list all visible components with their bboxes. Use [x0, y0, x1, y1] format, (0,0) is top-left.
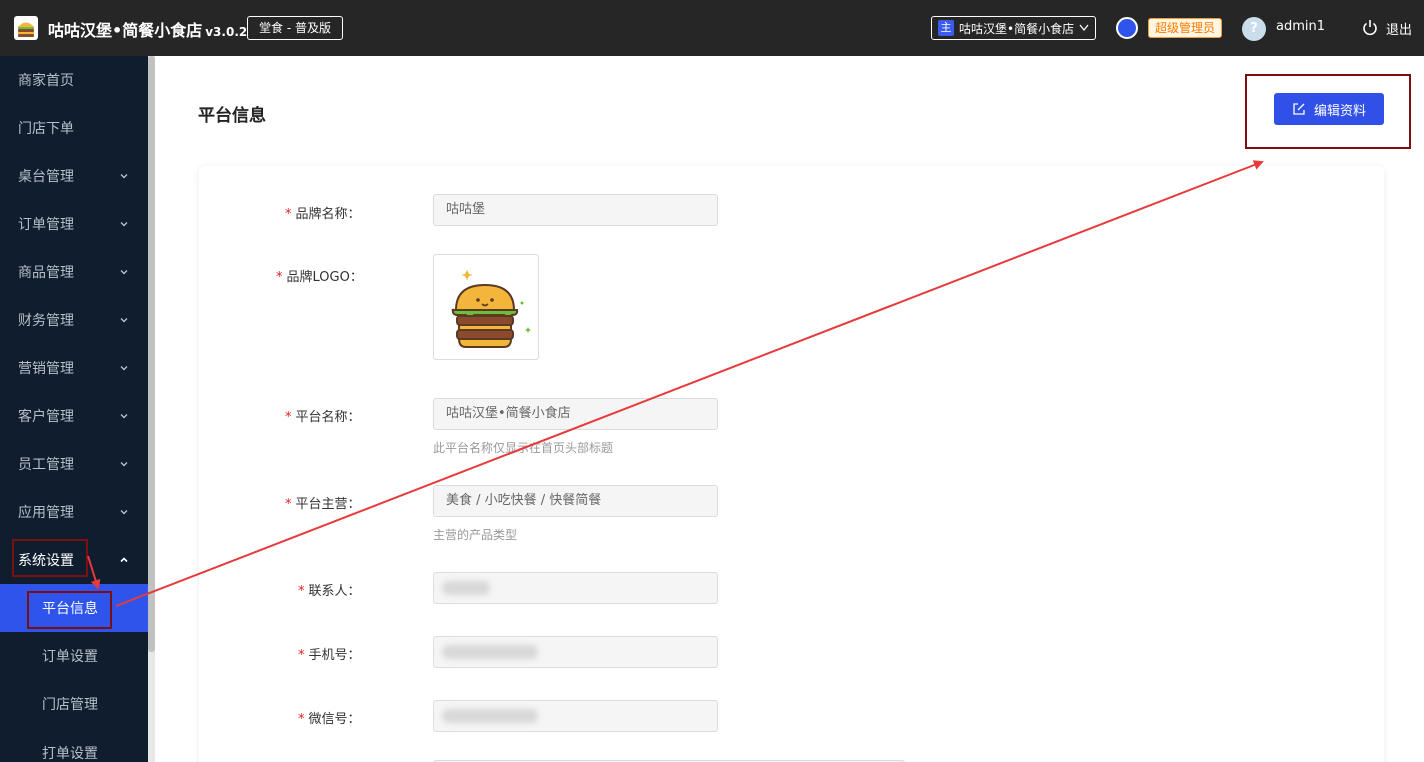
- chevron-up-icon: [120, 557, 128, 563]
- sidebar-item-tables[interactable]: 桌台管理: [0, 152, 148, 200]
- burger-logo-icon: [14, 16, 38, 40]
- top-header: 咕咕汉堡•简餐小食店 v3.0.2 堂食 - 普及版 主 咕咕汉堡•简餐小食店 超…: [0, 0, 1424, 56]
- chevron-down-icon: [120, 174, 128, 179]
- platform-main-hint: 主营的产品类型: [433, 528, 518, 542]
- burger-logo-icon: [451, 270, 531, 348]
- brand-logo-label: * 品牌LOGO：: [276, 270, 363, 285]
- chevron-down-icon: [120, 222, 128, 227]
- annotation-box-platform-info: [27, 591, 112, 629]
- chevron-down-icon: [120, 366, 128, 371]
- username[interactable]: admin1: [1276, 19, 1325, 34]
- platform-main-field[interactable]: 美食 / 小吃快餐 / 快餐简餐: [433, 485, 718, 517]
- page-title: 平台信息: [198, 106, 266, 126]
- platform-name-label: * 平台名称：: [285, 410, 361, 425]
- store-select[interactable]: 主 咕咕汉堡•简餐小食店: [931, 16, 1096, 40]
- sidebar-item-apps[interactable]: 应用管理: [0, 488, 148, 536]
- sidebar-item-label: 商家首页: [18, 73, 74, 89]
- store-tag: 主: [938, 20, 954, 36]
- platform-name-hint: 此平台名称仅显示在首页头部标题: [433, 441, 614, 455]
- sidebar-item-products[interactable]: 商品管理: [0, 248, 148, 296]
- power-icon[interactable]: [1362, 19, 1378, 37]
- chevron-down-icon: [120, 510, 128, 515]
- redacted-value: [442, 581, 490, 595]
- main-content: 平台信息 编辑资料 * 品牌名称： 咕咕堡 * 品牌LOGO： * 平台名称： …: [155, 56, 1424, 762]
- platform-main-label: * 平台主营：: [285, 497, 361, 512]
- sidebar-item-label: 客户管理: [18, 409, 74, 425]
- wechat-field[interactable]: [433, 700, 718, 732]
- phone-label: * 手机号：: [298, 648, 361, 663]
- sidebar-item-label: 桌台管理: [18, 169, 74, 185]
- sidebar-item-orders[interactable]: 订单管理: [0, 200, 148, 248]
- sidebar-item-label: 应用管理: [18, 505, 74, 521]
- sidebar-item-label: 商品管理: [18, 265, 74, 281]
- phone-field[interactable]: [433, 636, 718, 668]
- redacted-value: [442, 645, 538, 659]
- chevron-down-icon: [120, 414, 128, 419]
- chevron-down-icon: [1079, 22, 1089, 35]
- sidebar-item-label: 订单管理: [18, 217, 74, 233]
- platform-info-card: * 品牌名称： 咕咕堡 * 品牌LOGO： * 平台名称： 咕咕汉堡•简餐小食店…: [199, 166, 1384, 762]
- sidebar-item-label: 营销管理: [18, 361, 74, 377]
- app-title: 咕咕汉堡•简餐小食店 v3.0.2: [48, 21, 248, 40]
- contact-label: * 联系人：: [298, 584, 361, 599]
- sidebar-item-home[interactable]: 商家首页: [0, 56, 148, 104]
- contact-field[interactable]: [433, 572, 718, 604]
- sidebar-item-label: 门店管理: [42, 697, 98, 713]
- redacted-value: [442, 709, 538, 723]
- sidebar-item-label: 员工管理: [18, 457, 74, 473]
- annotation-box-system-settings: [12, 539, 88, 577]
- brand-name-label: * 品牌名称：: [285, 207, 361, 222]
- sidebar-item-label: 订单设置: [42, 649, 98, 665]
- sidebar-subitem-store-management[interactable]: 门店管理: [0, 680, 148, 728]
- chevron-down-icon: [120, 462, 128, 467]
- chevron-down-icon: [120, 270, 128, 275]
- annotation-box-edit-button: [1245, 74, 1411, 149]
- wechat-label: * 微信号：: [298, 712, 361, 727]
- edition-badge: 堂食 - 普及版: [247, 16, 343, 40]
- logout-link[interactable]: 退出: [1386, 19, 1412, 38]
- avatar[interactable]: ?: [1242, 17, 1266, 41]
- sidebar-item-customers[interactable]: 客户管理: [0, 392, 148, 440]
- sidebar-subitem-print-settings[interactable]: 打单设置: [0, 728, 148, 762]
- sidebar-item-marketing[interactable]: 营销管理: [0, 344, 148, 392]
- sidebar-scrollbar[interactable]: [148, 56, 155, 762]
- chevron-down-icon: [120, 318, 128, 323]
- sidebar: 商家首页 门店下单 桌台管理 订单管理 商品管理 财务管理 营销管理 客户管理 …: [0, 56, 148, 762]
- store-name: 咕咕汉堡•简餐小食店: [959, 21, 1075, 36]
- sidebar-subitem-order-settings[interactable]: 订单设置: [0, 632, 148, 680]
- sidebar-item-store-order[interactable]: 门店下单: [0, 104, 148, 152]
- sidebar-item-label: 财务管理: [18, 313, 74, 329]
- sidebar-item-label: 门店下单: [18, 121, 74, 137]
- sidebar-item-finance[interactable]: 财务管理: [0, 296, 148, 344]
- sidebar-item-staff[interactable]: 员工管理: [0, 440, 148, 488]
- platform-name-field[interactable]: 咕咕汉堡•简餐小食店: [433, 398, 718, 430]
- brand-logo-image[interactable]: [433, 254, 539, 360]
- app-version: v3.0.2: [205, 25, 248, 39]
- theme-dot-icon[interactable]: [1116, 17, 1138, 39]
- scrollbar-thumb[interactable]: [148, 56, 155, 652]
- brand-name-field[interactable]: 咕咕堡: [433, 194, 718, 226]
- sidebar-item-label: 打单设置: [42, 746, 98, 762]
- role-badge: 超级管理员: [1148, 18, 1223, 38]
